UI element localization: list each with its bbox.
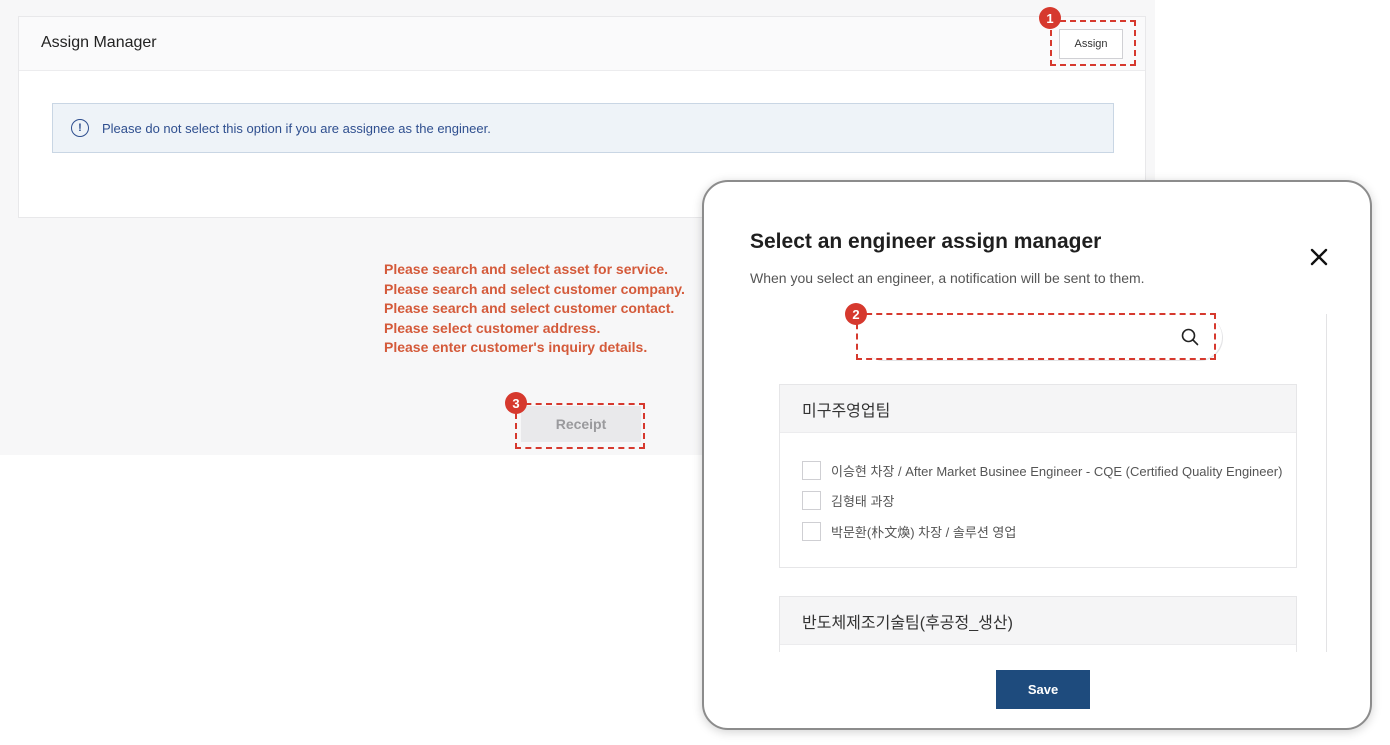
- team-group: 반도체제조기술팀(후공정_생산): [779, 596, 1297, 652]
- info-alert: ! Please do not select this option if yo…: [52, 103, 1114, 153]
- member-checkbox[interactable]: [802, 521, 821, 541]
- team-group-header: 반도체제조기술팀(후공정_생산): [780, 597, 1296, 645]
- card-header: Assign Manager Assign: [19, 17, 1145, 71]
- team-group: 미구주영업팀 이승현 차장 / After Market Businee Eng…: [779, 384, 1297, 568]
- modal-subtitle: When you select an engineer, a notificat…: [750, 270, 1145, 286]
- alert-text: Please do not select this option if you …: [102, 120, 491, 136]
- error-message: Please select customer address.: [384, 319, 601, 336]
- callout-badge-2: 2: [845, 303, 867, 325]
- error-message: Please search and select asset for servi…: [384, 261, 669, 277]
- list-item[interactable]: 박문환(朴文煥) 차장 / 솔루션 영업: [802, 516, 1296, 547]
- member-label: 김형태 과장: [831, 494, 895, 510]
- engineer-list[interactable]: 미구주영업팀 이승현 차장 / After Market Businee Eng…: [750, 314, 1330, 652]
- info-circle-icon: !: [71, 119, 89, 137]
- callout-search: [856, 313, 1216, 360]
- team-group-members: 이승현 차장 / After Market Businee Engineer -…: [780, 433, 1296, 547]
- member-label: 박문환(朴文煥) 차장 / 솔루션 영업: [831, 524, 1017, 540]
- save-button[interactable]: Save: [996, 670, 1090, 709]
- callout-assign: [1050, 20, 1136, 66]
- error-message: Please search and select customer compan…: [384, 280, 685, 297]
- member-checkbox[interactable]: [802, 460, 821, 480]
- modal-title: Select an engineer assign manager: [750, 230, 1102, 253]
- callout-receipt: [515, 403, 645, 449]
- callout-badge-3: 3: [505, 392, 527, 414]
- error-message: Please enter customer's inquiry details.: [384, 339, 648, 355]
- close-icon[interactable]: [1308, 246, 1330, 268]
- list-item[interactable]: 이승현 차장 / After Market Businee Engineer -…: [802, 455, 1296, 486]
- member-checkbox[interactable]: [802, 491, 821, 511]
- member-label: 이승현 차장 / After Market Businee Engineer -…: [831, 463, 1283, 479]
- scrollbar-track[interactable]: [1326, 314, 1327, 652]
- list-item[interactable]: 김형태 과장: [802, 486, 1296, 517]
- engineer-select-modal: Select an engineer assign manager When y…: [702, 180, 1372, 730]
- card-title: Assign Manager: [41, 34, 157, 51]
- validation-errors: Please search and select asset for servi…: [384, 260, 714, 358]
- error-message: Please search and select customer contac…: [384, 300, 675, 316]
- team-group-header: 미구주영업팀: [780, 385, 1296, 433]
- callout-badge-1: 1: [1039, 7, 1061, 29]
